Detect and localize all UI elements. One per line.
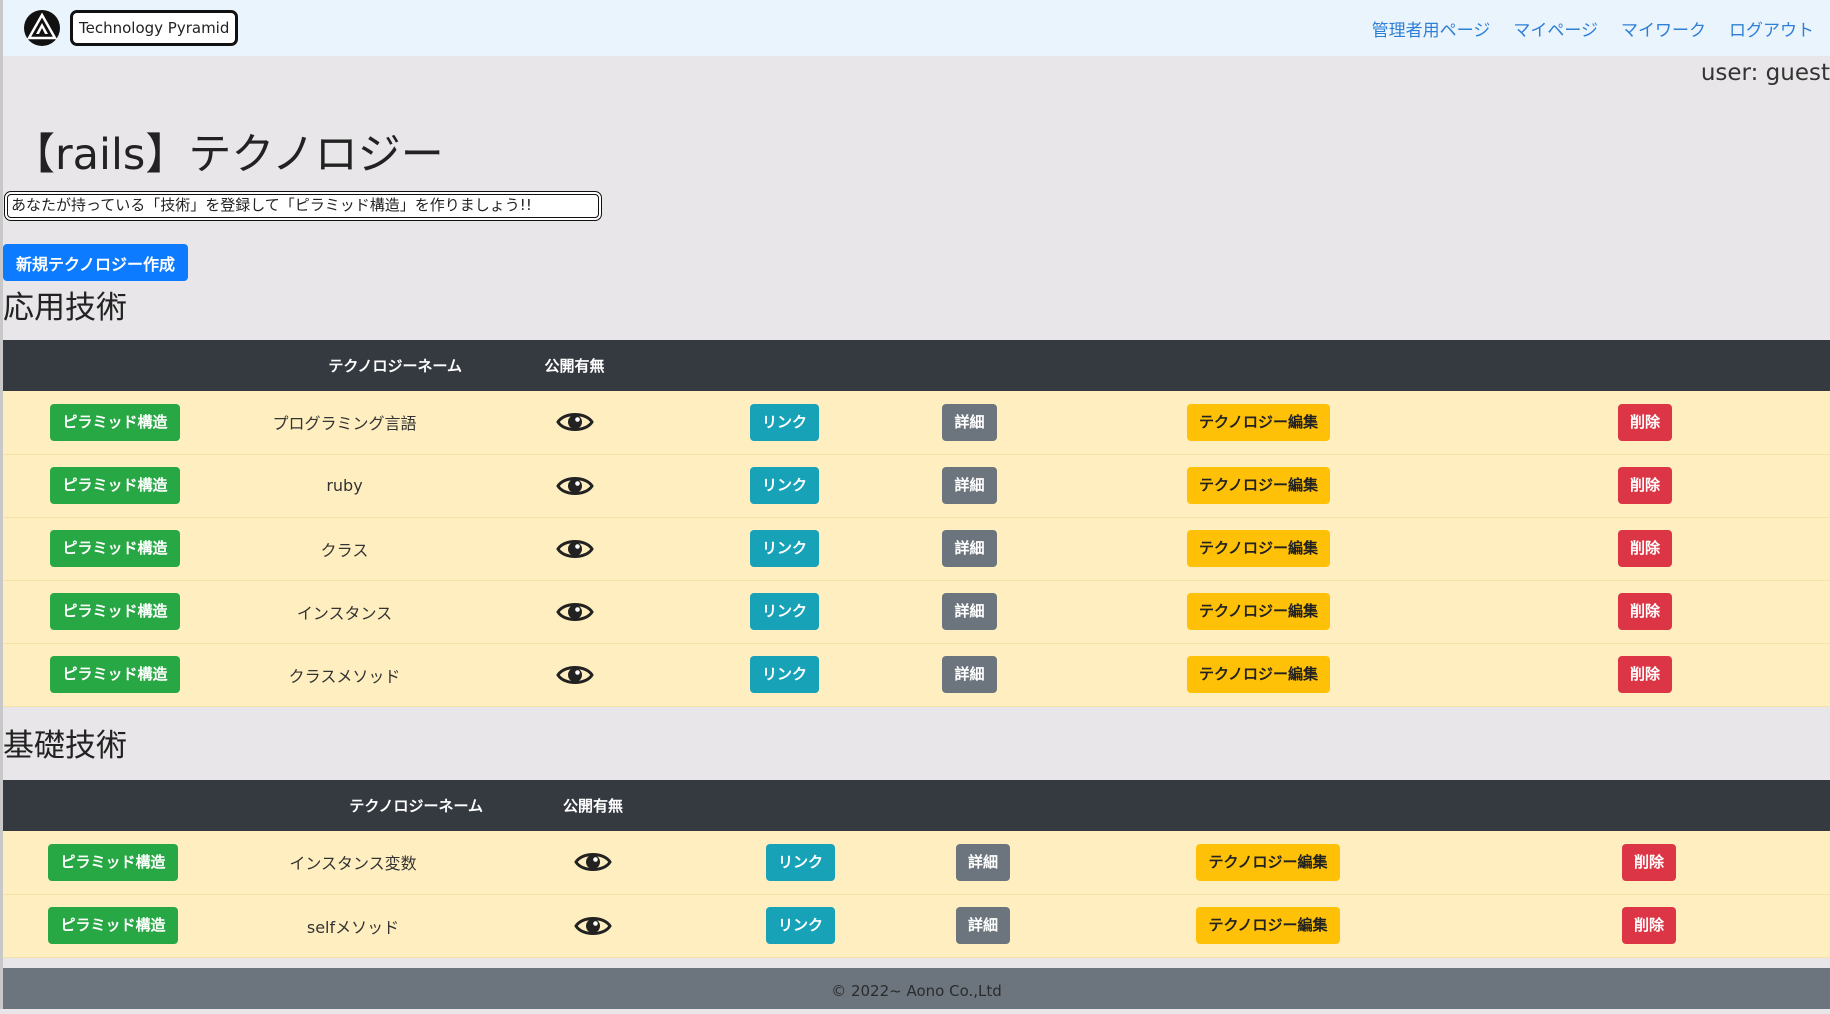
eye-icon[interactable] [574,913,612,939]
table-row: ピラミッド構造 インスタンス リンク 詳細 テクノロジー編集 削除 [3,580,1830,643]
public-status-cell [462,391,687,454]
edit-technology-button[interactable]: テクノロジー編集 [1196,843,1340,881]
eye-icon[interactable] [555,409,594,435]
navbar: Technology Pyramid 管理者用ページ マイページ マイワーク ロ… [0,0,1830,56]
column-header-name: テクノロジーネーム [349,797,483,815]
table-row: ピラミッド構造 インスタンス変数 リンク 詳細 テクノロジー編集 削除 [3,831,1830,894]
eye-icon[interactable] [555,536,594,562]
table-row: ピラミッド構造 クラスメソッド リンク 詳細 テクノロジー編集 削除 [3,643,1830,706]
table-row: ピラミッド構造 selfメソッド リンク 詳細 テクノロジー編集 削除 [3,894,1830,957]
delete-button[interactable]: 削除 [1617,656,1672,693]
technology-table-basic: テクノロジーネーム 公開有無 ピラミッド構造 インスタンス変数 リンク 詳細 テクノロジ… [3,780,1830,958]
link-button[interactable]: リンク [749,467,819,504]
edit-technology-button[interactable]: テクノロジー編集 [1186,656,1331,693]
edit-technology-button[interactable]: テクノロジー編集 [1196,907,1340,944]
nav-link-mywork[interactable]: マイワーク [1621,16,1706,41]
link-button[interactable]: リンク [749,656,819,693]
edit-technology-button[interactable]: テクノロジー編集 [1186,403,1331,441]
table-row: ピラミッド構造 クラス リンク 詳細 テクノロジー編集 削除 [3,517,1830,580]
delete-button[interactable]: 削除 [1617,530,1672,567]
table-header-row: テクノロジーネーム 公開有無 [3,340,1830,391]
edit-technology-button[interactable]: テクノロジー編集 [1186,467,1331,504]
delete-button[interactable]: 削除 [1617,403,1672,441]
delete-button[interactable]: 削除 [1617,467,1672,504]
pyramid-button[interactable]: ピラミッド構造 [48,843,178,881]
column-header-name: テクノロジーネーム [328,357,462,375]
public-status-cell [483,894,703,957]
technology-name-cell: ruby [326,476,363,495]
link-button[interactable]: リンク [765,843,835,881]
section-title-applied: 応用技術 [3,290,127,326]
table-header-row: テクノロジーネーム 公開有無 [3,780,1830,831]
user-label: user: guest [1700,60,1830,86]
delete-button[interactable]: 削除 [1621,907,1676,944]
nav-link-logout[interactable]: ログアウト [1729,16,1814,41]
pyramid-logo-icon[interactable] [23,9,61,47]
nav-link-admin[interactable]: 管理者用ページ [1372,16,1491,41]
link-button[interactable]: リンク [749,593,819,630]
public-status-cell [462,643,687,706]
column-header-public: 公開有無 [562,797,623,815]
technology-name-cell: インスタンス [296,603,393,623]
table-body-basic: ピラミッド構造 インスタンス変数 リンク 詳細 テクノロジー編集 削除 ピラミッド構造 sel… [3,831,1830,957]
detail-button[interactable]: 詳細 [942,403,997,441]
detail-button[interactable]: 詳細 [942,593,997,630]
delete-button[interactable]: 削除 [1617,593,1672,630]
brand-button[interactable]: Technology Pyramid [70,10,239,46]
technology-name-cell: クラス [320,540,369,560]
table-row: ピラミッド構造 プログラミング言語 リンク 詳細 テクノロジー編集 削除 [3,391,1830,454]
technology-name-cell: プログラミング言語 [272,414,417,434]
link-button[interactable]: リンク [765,907,835,944]
eye-icon[interactable] [555,662,594,688]
technology-name-cell: クラスメソッド [288,666,401,686]
link-button[interactable]: リンク [749,530,819,567]
eye-icon[interactable] [555,599,594,625]
public-status-cell [462,580,687,643]
new-technology-button[interactable]: 新規テクノロジー作成 [3,244,189,281]
delete-button[interactable]: 削除 [1621,843,1676,881]
pyramid-button[interactable]: ピラミッド構造 [50,656,180,693]
pyramid-button[interactable]: ピラミッド構造 [50,593,180,630]
tagline-box: あなたが持っている「技術」を登録して「ピラミッド構造」を作りましょう!! [4,191,602,221]
technology-name-cell: selfメソッド [306,917,400,937]
public-status-cell [462,454,687,517]
detail-button[interactable]: 詳細 [942,467,997,504]
edit-technology-button[interactable]: テクノロジー編集 [1186,593,1331,630]
pyramid-button[interactable]: ピラミッド構造 [50,403,180,441]
detail-button[interactable]: 詳細 [942,656,997,693]
eye-icon[interactable] [555,473,594,499]
technology-table-applied: テクノロジーネーム 公開有無 ピラミッド構造 プログラミング言語 リンク 詳細 テクノロ… [3,340,1830,707]
technology-name-cell: インスタンス変数 [289,854,417,874]
pyramid-button[interactable]: ピラミッド構造 [50,530,180,567]
footer: © 2022~ Aono Co.,Ltd [3,968,1830,1009]
detail-button[interactable]: 詳細 [955,843,1010,881]
column-header-public: 公開有無 [544,357,605,375]
table-row: ピラミッド構造 ruby リンク 詳細 テクノロジー編集 削除 [3,454,1830,517]
link-button[interactable]: リンク [749,403,819,441]
nav-links: 管理者用ページ マイページ マイワーク ログアウト [1372,0,1830,56]
pyramid-button[interactable]: ピラミッド構造 [50,467,180,504]
eye-icon[interactable] [574,849,612,875]
detail-button[interactable]: 詳細 [942,530,997,567]
edit-technology-button[interactable]: テクノロジー編集 [1186,530,1331,567]
pyramid-button[interactable]: ピラミッド構造 [48,907,178,944]
public-status-cell [462,517,687,580]
table-body-applied: ピラミッド構造 プログラミング言語 リンク 詳細 テクノロジー編集 削除 ピラミッド構造 ru… [3,391,1830,706]
page-title: 【rails】テクノロジー [12,130,444,180]
nav-link-mypage[interactable]: マイページ [1513,16,1598,41]
public-status-cell [483,831,703,894]
detail-button[interactable]: 詳細 [955,907,1010,944]
section-title-basic: 基礎技術 [3,728,127,764]
